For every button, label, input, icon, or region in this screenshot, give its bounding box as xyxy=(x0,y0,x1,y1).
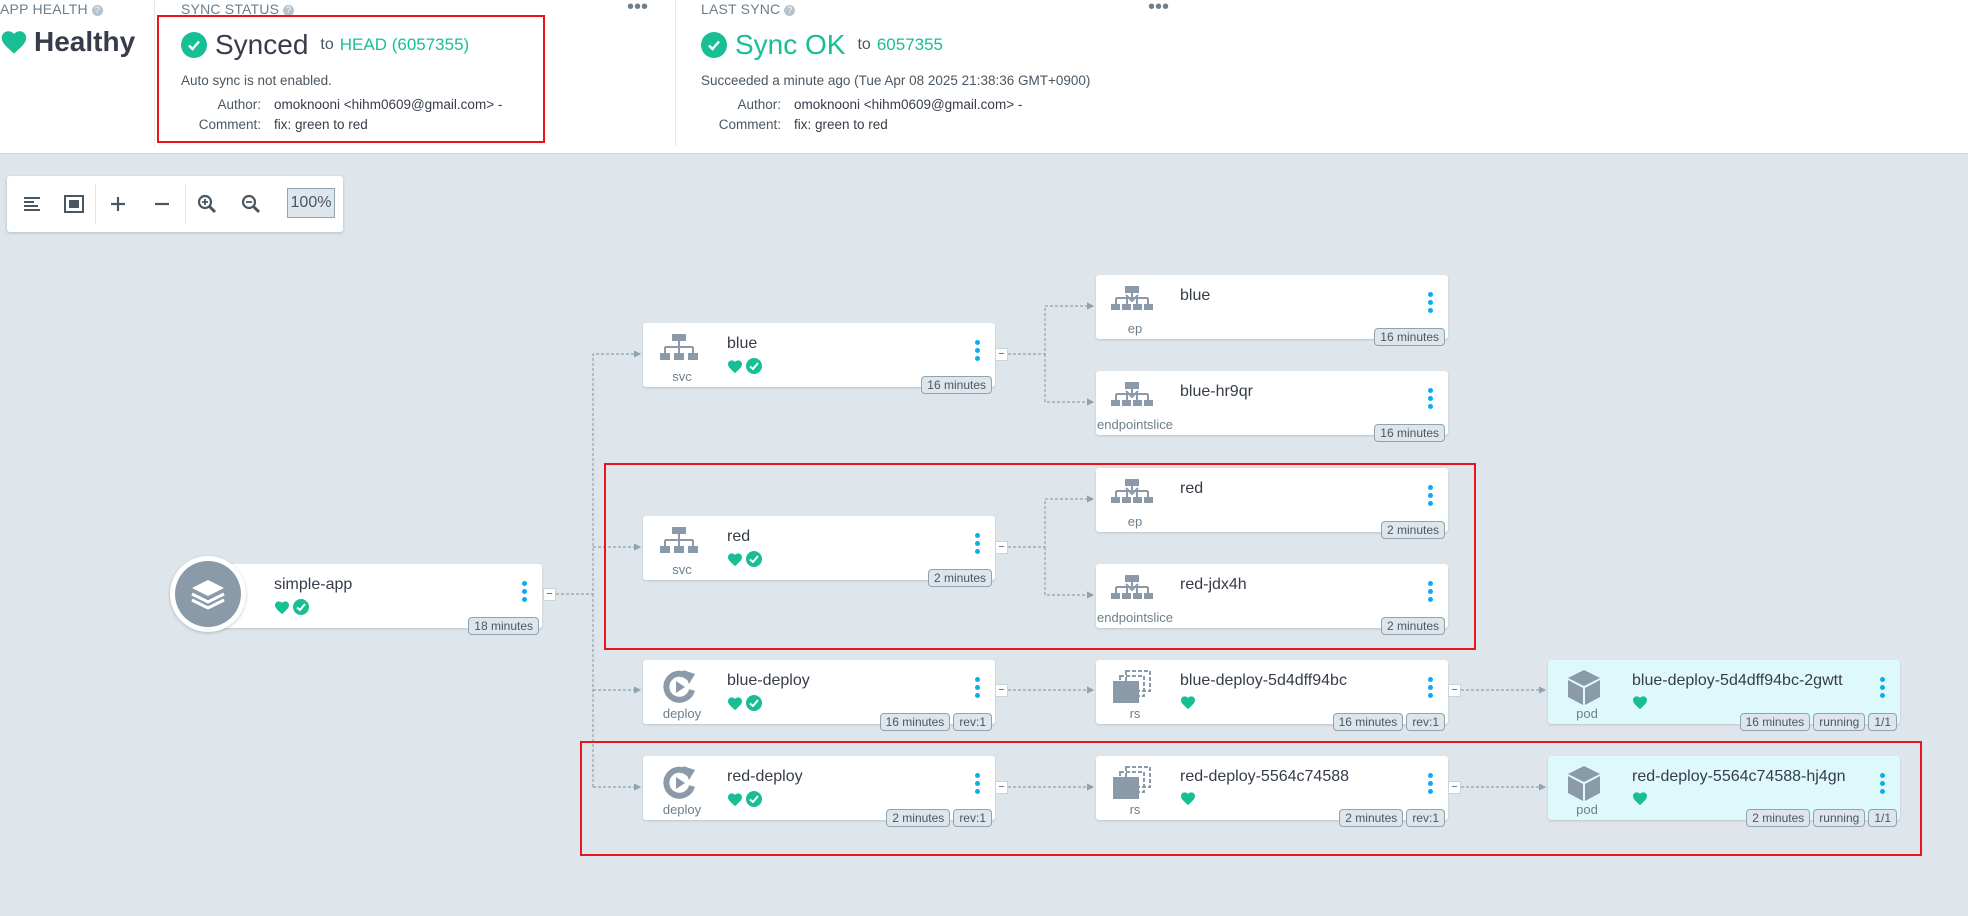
heart-icon xyxy=(275,600,289,614)
revision-badge: rev:1 xyxy=(953,713,992,731)
node-kind: endpointslice xyxy=(1097,417,1173,432)
node-menu-icon[interactable] xyxy=(1880,677,1886,701)
node-name: blue-deploy-5d4dff94bc xyxy=(1180,672,1347,689)
node-kind: pod xyxy=(1576,706,1598,721)
node-badges: 18 minutes xyxy=(468,617,539,635)
revision-badge: rev:1 xyxy=(1406,713,1445,731)
synced-check-icon xyxy=(746,358,762,374)
app-node-status xyxy=(274,599,309,615)
node-name: blue-hr9qr xyxy=(1180,383,1253,400)
resource-node-endpointslice-blue[interactable]: endpointslice blue-hr9qr 16 minutes xyxy=(1096,371,1448,442)
highlight-box-sync-status xyxy=(157,15,545,143)
node-kind: svc xyxy=(672,369,692,384)
node-menu-icon[interactable] xyxy=(1428,677,1434,701)
node-menu-icon[interactable] xyxy=(1428,388,1434,412)
resource-node-pod-blue[interactable]: pod blue-deploy-5d4dff94bc-2gwtt 16 minu… xyxy=(1548,660,1900,731)
synced-check-icon xyxy=(746,695,762,711)
heart-icon xyxy=(728,359,742,373)
layers-icon xyxy=(175,561,241,627)
age-badge: 16 minutes xyxy=(879,713,951,731)
node-badges: 16 minutes xyxy=(1374,424,1445,442)
node-badges: 16 minutes xyxy=(1374,328,1445,346)
age-badge: 16 minutes xyxy=(1332,713,1404,731)
node-badges: 16 minutes xyxy=(921,376,992,394)
collapse-toggle[interactable]: − xyxy=(1448,684,1461,697)
node-menu-icon[interactable] xyxy=(1428,292,1434,316)
node-badges: 16 minutes running 1/1 xyxy=(1739,713,1897,731)
ready-badge: 1/1 xyxy=(1868,713,1897,731)
node-status xyxy=(1180,695,1196,710)
node-name: blue xyxy=(727,335,758,352)
node-name: blue-deploy-5d4dff94bc-2gwtt xyxy=(1632,672,1843,689)
node-name: blue-deploy xyxy=(727,672,810,689)
node-status xyxy=(727,695,762,711)
node-kind: rs xyxy=(1129,706,1141,721)
highlight-box-red-service xyxy=(604,463,1476,650)
endpointslice-icon xyxy=(1110,379,1154,417)
age-badge: 16 minutes xyxy=(921,376,992,394)
collapse-toggle[interactable]: − xyxy=(995,348,1008,361)
synced-check-icon xyxy=(293,599,309,615)
app-node[interactable]: simple-app 18 minutes xyxy=(170,556,542,640)
age-badge: 16 minutes xyxy=(1739,713,1811,731)
node-badges: 16 minutes rev:1 xyxy=(879,713,992,731)
node-menu-icon[interactable] xyxy=(975,677,981,701)
resource-node-svc-blue[interactable]: svc blue 16 minutes xyxy=(643,323,995,394)
resource-node-ep-blue[interactable]: ep blue 16 minutes xyxy=(1096,275,1448,346)
app-node-card[interactable]: simple-app 18 minutes xyxy=(200,564,542,635)
node-status xyxy=(1632,695,1648,710)
node-kind: deploy xyxy=(662,706,702,721)
collapse-toggle[interactable]: − xyxy=(543,588,556,601)
service-icon xyxy=(657,331,701,369)
app-node-name: simple-app xyxy=(274,576,353,593)
deployment-icon xyxy=(657,668,701,706)
node-menu-icon[interactable] xyxy=(522,581,528,605)
heart-icon xyxy=(1633,696,1647,710)
node-badges: 16 minutes rev:1 xyxy=(1332,713,1445,731)
age-badge: 18 minutes xyxy=(468,617,539,635)
node-kind: ep xyxy=(1127,321,1143,336)
resource-node-rs-blue[interactable]: rs blue-deploy-5d4dff94bc 16 minutes rev:… xyxy=(1096,660,1448,731)
pod-icon xyxy=(1562,668,1606,706)
pod-state-badge: running xyxy=(1813,713,1866,731)
age-badge: 16 minutes xyxy=(1374,328,1445,346)
node-menu-icon[interactable] xyxy=(975,340,981,364)
heart-icon xyxy=(728,696,742,710)
node-name: blue xyxy=(1180,287,1211,304)
heart-icon xyxy=(1181,696,1195,710)
collapse-toggle[interactable]: − xyxy=(995,684,1008,697)
resource-node-deploy-blue[interactable]: deploy blue-deploy 16 minutes rev:1 xyxy=(643,660,995,731)
replicaset-icon xyxy=(1110,668,1154,706)
highlight-box-red-deploy xyxy=(580,741,1922,856)
node-status xyxy=(727,358,762,374)
endpoints-icon xyxy=(1110,283,1154,321)
age-badge: 16 minutes xyxy=(1374,424,1445,442)
app-icon-circle xyxy=(170,556,246,632)
